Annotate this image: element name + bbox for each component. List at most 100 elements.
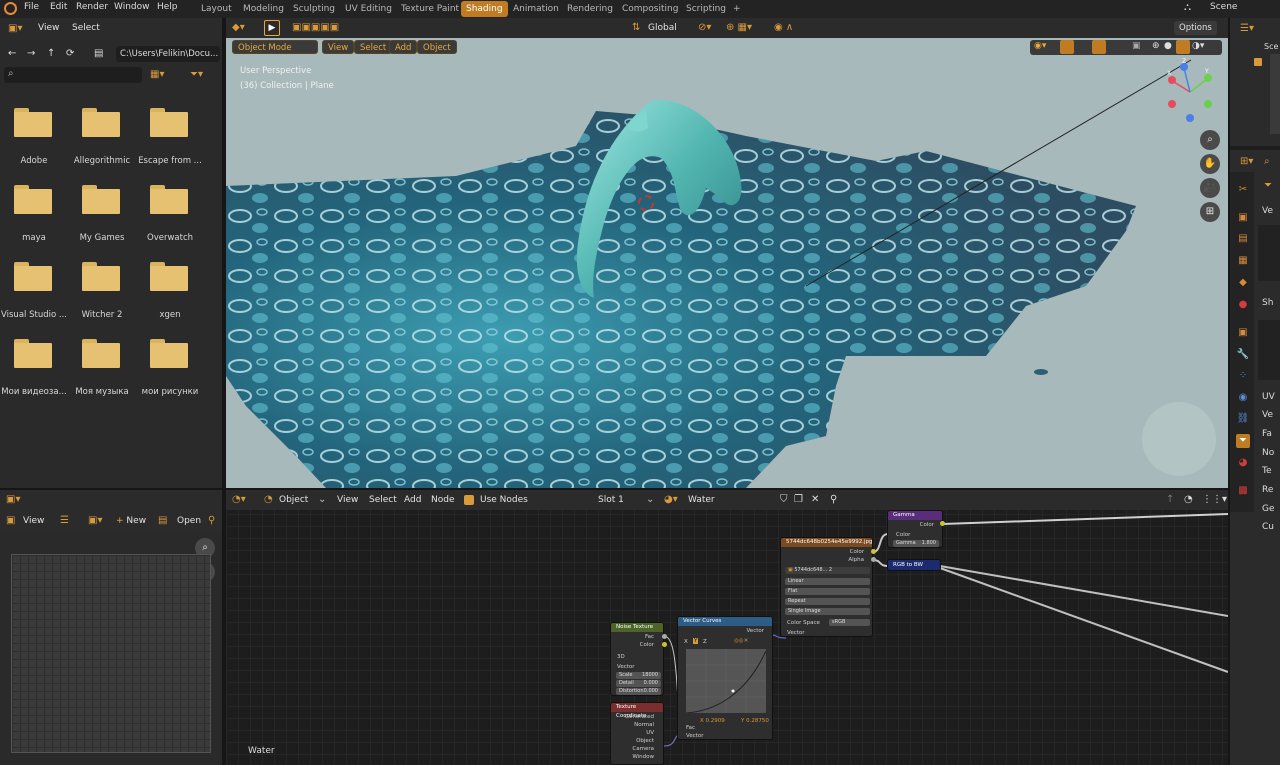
arrow-right-icon[interactable]: → <box>27 48 35 60</box>
noise-color-socket[interactable] <box>662 642 667 647</box>
tab-sculpting[interactable]: Sculpting <box>288 1 340 17</box>
folder-icon[interactable] <box>150 339 188 368</box>
tab-uv-editing[interactable]: UV Editing <box>340 1 397 17</box>
tab-modeling[interactable]: Modeling <box>238 1 289 17</box>
folder-icon[interactable] <box>14 339 52 368</box>
area-divider-v[interactable] <box>222 18 226 765</box>
image-mode-icon[interactable]: ▣ <box>6 515 15 527</box>
texcoord-node-header[interactable]: Texture Coordinate <box>611 703 663 719</box>
filter-search-input[interactable]: ⌕ <box>4 67 142 83</box>
rgb-to-bw-node[interactable]: RGB to BW <box>887 559 941 571</box>
folder-name[interactable]: maya <box>0 233 68 243</box>
camera-icon[interactable]: 🎥 <box>1200 178 1220 198</box>
menu-render[interactable]: Render <box>76 2 108 12</box>
solid-shading-icon[interactable]: ● <box>1164 41 1172 51</box>
navigation-circle[interactable] <box>1142 402 1216 476</box>
folder-name[interactable]: Overwatch <box>136 233 204 243</box>
viewport-shading-buttons[interactable]: ◉▾ ▣ ⊕ ● ◑▾ <box>1030 40 1222 55</box>
properties-search-icon[interactable]: ⌕ <box>1264 156 1270 168</box>
menu-help[interactable]: Help <box>157 2 178 12</box>
image-node-header[interactable]: 5744dc648b0254e45e9992.jpg <box>781 538 872 547</box>
path-field[interactable]: C:\Users\Felikin\Docu... <box>116 46 220 62</box>
open-image-button[interactable]: Open <box>177 516 201 526</box>
folder-name[interactable]: Escape from ... <box>136 156 204 166</box>
select-tool-button[interactable]: ▶ <box>264 20 280 36</box>
fb-menu-view[interactable]: View <box>38 23 59 33</box>
menu-file[interactable]: File <box>24 2 39 12</box>
area-divider-h[interactable] <box>0 488 1230 490</box>
blender-logo-icon[interactable] <box>4 2 17 15</box>
object-tab-icon[interactable]: ▣ <box>1236 326 1250 340</box>
3d-viewport[interactable]: ◆▾ ▶ ▣▣▣▣▣ ⇅ Global ⊘▾ ⊕ ▦▾ ◉ ∧ Options … <box>226 18 1228 488</box>
image-alpha-socket[interactable] <box>871 557 876 562</box>
folder-icon[interactable] <box>14 262 52 291</box>
hand-icon[interactable]: ✋ <box>1200 154 1220 174</box>
curves-y-value[interactable]: Y 0.28750 <box>741 718 769 724</box>
new-image-button[interactable]: + New <box>116 516 146 526</box>
menu-window[interactable]: Window <box>114 2 150 12</box>
image-datablock-field[interactable]: ▣ 5744dc648... 2 <box>785 567 870 574</box>
filter-icon[interactable]: ⏷▾ <box>190 69 203 81</box>
properties-editor-icon[interactable]: ⊞▾ <box>1240 156 1253 168</box>
noise-fac-socket[interactable] <box>662 634 667 639</box>
material-tab-icon[interactable]: ◕ <box>1236 456 1250 470</box>
folder-icon[interactable] <box>150 108 188 137</box>
tab-animation[interactable]: Animation <box>508 1 564 17</box>
tab-scripting[interactable]: Scripting <box>681 1 731 17</box>
gizmo-toggle-icon[interactable] <box>1060 40 1074 54</box>
zoom-icon[interactable]: ⌕ <box>1200 130 1220 150</box>
data-tab-icon[interactable]: ⏷ <box>1236 434 1250 448</box>
area-divider-right[interactable] <box>1228 18 1230 765</box>
scene-label[interactable]: Scene <box>1210 2 1237 12</box>
output-tab-icon[interactable]: ▤ <box>1236 232 1250 246</box>
image-editor-type-icon[interactable]: ▣▾ <box>6 494 20 506</box>
add-workspace-button[interactable]: + <box>728 1 746 17</box>
image-texture-node[interactable]: 5744dc648b0254e45e9992.jpg Color Alpha ▣… <box>780 537 873 637</box>
folder-icon[interactable] <box>150 262 188 291</box>
view-layer-tab-icon[interactable]: ▦ <box>1236 254 1250 268</box>
tab-layout[interactable]: Layout <box>196 1 237 17</box>
particles-tab-icon[interactable]: ⁘ <box>1236 369 1250 383</box>
tab-compositing[interactable]: Compositing <box>617 1 683 17</box>
curves-tools-icons[interactable]: ◎◎✕ <box>734 638 748 644</box>
prop-row-6[interactable]: Te <box>1262 466 1272 476</box>
ie-menu-view[interactable]: View <box>23 516 44 526</box>
prop-row-5[interactable]: No <box>1262 448 1274 458</box>
folder-icon[interactable] <box>14 108 52 137</box>
rendered-shading-icon[interactable]: ◑▾ <box>1192 41 1204 51</box>
curves-x-value[interactable]: X 0.2909 <box>700 718 725 724</box>
curves-axis-x[interactable]: X <box>684 639 688 645</box>
overlay-toggle-icon[interactable] <box>1092 40 1106 54</box>
noise-detail-field[interactable]: Detail 0.000 <box>616 680 661 687</box>
wireframe-shading-icon[interactable]: ⊕ <box>1152 41 1160 51</box>
prop-row-2[interactable]: UV <box>1262 392 1275 402</box>
image-projection-select[interactable]: Flat <box>785 588 870 595</box>
pin-icon[interactable]: ⚲ <box>208 515 215 527</box>
prop-row-7[interactable]: Re <box>1262 485 1273 495</box>
world-tab-icon[interactable]: ● <box>1236 298 1250 312</box>
gamma-output-socket[interactable] <box>940 521 945 526</box>
snap-icon[interactable]: ⊕ ▦▾ <box>726 22 752 34</box>
xray-icon[interactable]: ▣ <box>1132 41 1141 51</box>
image-browse-icon[interactable]: ▣▾ <box>88 515 102 527</box>
pivot-icon[interactable]: ⊘▾ <box>698 22 711 34</box>
curve-graph[interactable] <box>686 649 766 713</box>
texture-coordinate-node[interactable]: Texture Coordinate Generated Normal UV O… <box>610 702 664 765</box>
grid-icon[interactable]: ⊞ <box>1200 202 1220 222</box>
noise-texture-node[interactable]: Noise Texture Fac Color 3D Vector Scale 1… <box>610 622 664 696</box>
folder-icon[interactable] <box>82 339 120 368</box>
scene-tab-icon[interactable]: ◆ <box>1236 276 1250 290</box>
folder-icon[interactable] <box>82 185 120 214</box>
image-extension-select[interactable]: Repeat <box>785 598 870 605</box>
folder-name[interactable]: xgen <box>136 310 204 320</box>
object-mode-select[interactable]: Object Mode <box>232 40 318 54</box>
image-colorspace-select[interactable]: sRGB <box>829 619 870 626</box>
texture-tab-icon[interactable]: ▩ <box>1236 484 1250 498</box>
image-source-select[interactable]: Single Image <box>785 608 870 615</box>
folder-name[interactable]: Visual Studio ... <box>0 310 68 320</box>
folder-name[interactable]: мои рисунки <box>136 387 204 397</box>
proportional-edit-icon[interactable]: ◉ ∧ <box>774 22 793 34</box>
folder-icon[interactable] <box>82 108 120 137</box>
vp-menu-view[interactable]: View <box>322 40 355 54</box>
modifier-tab-icon[interactable]: 🔧 <box>1236 348 1250 362</box>
